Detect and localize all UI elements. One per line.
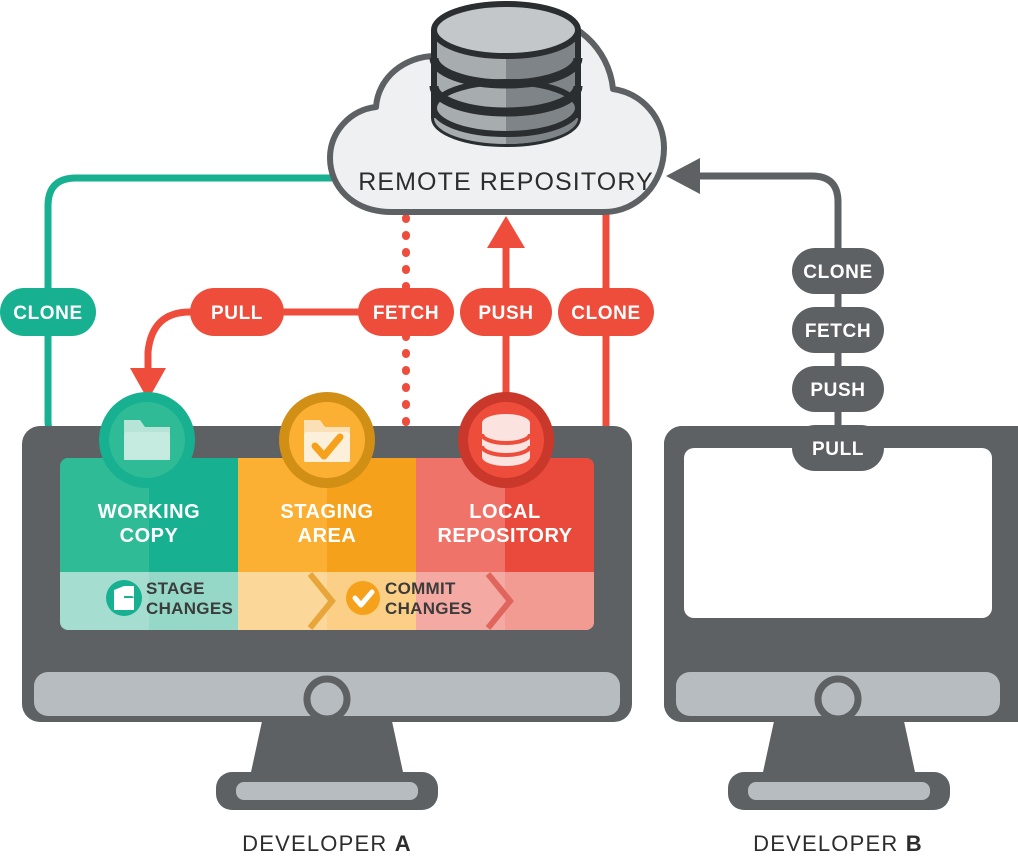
badge-label-fetch: FETCH: [373, 303, 439, 324]
document-pie-icon: [106, 580, 142, 616]
pull-connector: [130, 308, 194, 400]
remote-repository-label: REMOTE REPOSITORY: [358, 168, 654, 196]
developer-a-suffix: A: [395, 831, 412, 856]
staging-area-icon-badge: [279, 392, 375, 488]
developer-a-prefix: DEVELOPER: [242, 831, 395, 856]
badge-dev-b-clone[interactable]: CLONE: [792, 248, 884, 294]
badge-label-dev-b-push: PUSH: [810, 380, 865, 401]
zone-label-staging-area-line1: STAGING: [280, 501, 373, 523]
developer-a-label: DEVELOPER A: [242, 831, 412, 856]
badge-dev-b-push[interactable]: PUSH: [792, 366, 884, 412]
zone-label-local-repository-line1: LOCAL: [469, 501, 540, 523]
badge-dev-b-pull[interactable]: PULL: [792, 425, 884, 471]
git-workflow-diagram: REMOTE REPOSITORY WORKING COPY STAGING A…: [0, 0, 1018, 858]
badge-label-dev-b-pull: PULL: [812, 439, 864, 460]
local-repository-icon-badge: [458, 392, 554, 488]
database-icon: [480, 414, 532, 466]
badge-pull[interactable]: PULL: [190, 288, 284, 336]
badge-dev-b-fetch[interactable]: FETCH: [792, 307, 884, 353]
developer-b-label: DEVELOPER B: [753, 831, 923, 856]
action-label-commit-line1: COMMIT: [385, 579, 456, 598]
zone-label-working-copy-line2: COPY: [120, 525, 179, 547]
badge-clone-red[interactable]: CLONE: [558, 288, 654, 336]
badge-label-push: PUSH: [478, 303, 533, 324]
badge-label-dev-b-fetch: FETCH: [805, 321, 871, 342]
remote-database-icon: [429, 1, 583, 147]
action-label-stage-line2: CHANGES: [146, 599, 233, 618]
developer-b-prefix: DEVELOPER: [753, 831, 906, 856]
badge-label-clone-red: CLONE: [571, 303, 641, 324]
zone-label-local-repository-line2: REPOSITORY: [437, 525, 572, 547]
check-circle-icon: [346, 581, 380, 615]
badge-fetch[interactable]: FETCH: [358, 288, 454, 336]
zone-label-working-copy-line1: WORKING: [98, 501, 200, 523]
badge-clone-green[interactable]: CLONE: [0, 288, 96, 336]
badge-label-clone-green: CLONE: [13, 303, 83, 324]
developer-b-monitor: [664, 426, 1018, 810]
working-copy-icon-badge: [99, 392, 195, 488]
badge-push[interactable]: PUSH: [460, 288, 552, 336]
badge-label-pull: PULL: [211, 303, 263, 324]
action-label-commit-line2: CHANGES: [385, 599, 472, 618]
badge-label-dev-b-clone: CLONE: [803, 262, 873, 283]
zone-label-staging-area-line2: AREA: [298, 525, 357, 547]
action-label-stage-line1: STAGE: [146, 579, 205, 598]
developer-b-suffix: B: [906, 831, 923, 856]
